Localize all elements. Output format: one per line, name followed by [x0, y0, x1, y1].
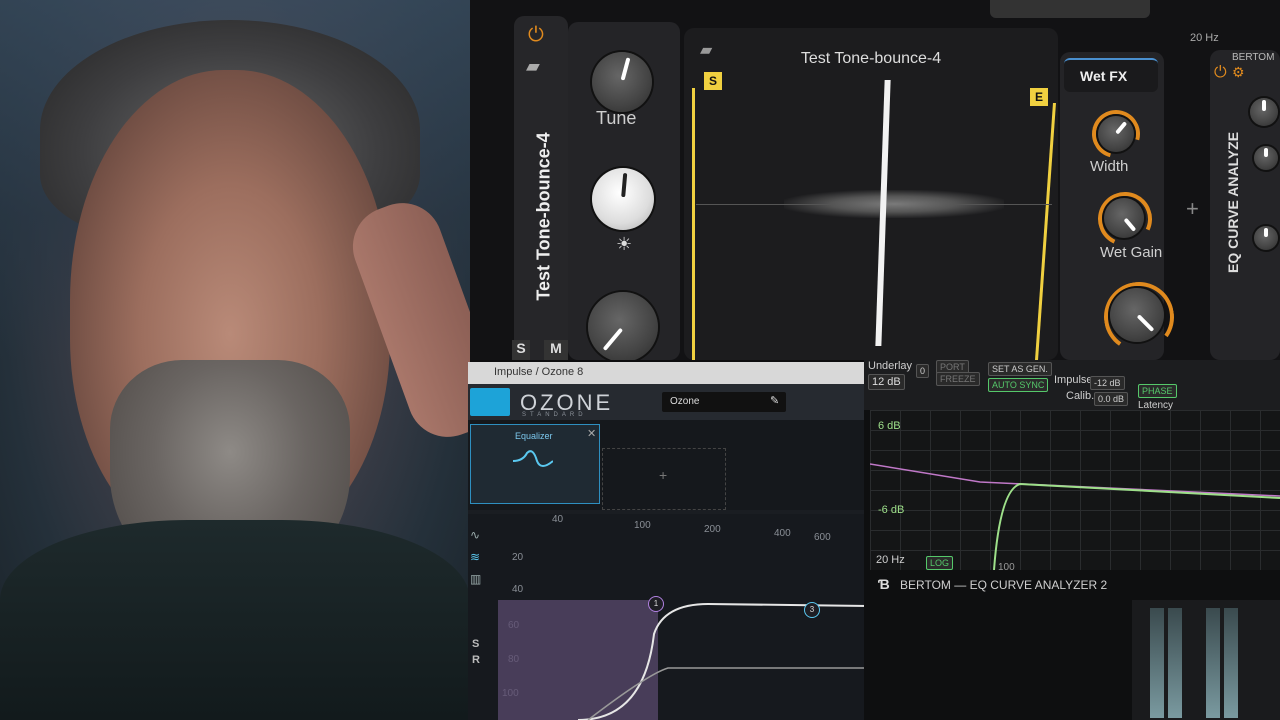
module-chain: Equalizer ✕ + — [468, 420, 868, 510]
ozone-logo-icon — [470, 388, 510, 416]
ozone-window: Impulse / Ozone 8 OZONE STANDARD Ozone ✎… — [468, 362, 868, 720]
add-device-button[interactable]: + — [1186, 196, 1199, 222]
preset-name: Ozone — [670, 396, 700, 407]
add-module-slot[interactable]: + — [602, 448, 726, 510]
filter-knob[interactable] — [588, 292, 658, 360]
power-icon[interactable]: ⏻ — [1214, 64, 1227, 82]
power-icon[interactable]: ⏻ — [528, 24, 544, 47]
equalizer-icon — [513, 450, 553, 467]
ozone-titlebar: Impulse / Ozone 8 — [468, 362, 868, 384]
side-knob-3[interactable] — [1254, 226, 1278, 250]
device-header-strip: ⏻ ▰ Test Tone-bounce-4 — [514, 16, 568, 360]
eq-analyzer-window: Underlay 0 PORT FREEZE SET AS GEN. AUTO … — [864, 360, 1280, 720]
edit-icon[interactable]: ✎ — [770, 394, 779, 407]
width-knob[interactable] — [1098, 116, 1134, 152]
side-knob-1[interactable] — [1250, 98, 1278, 126]
brightness-icon: ☀ — [616, 234, 633, 254]
auto-sync-button[interactable]: AUTO SYNC — [988, 378, 1049, 392]
end-flag[interactable]: E — [1030, 88, 1048, 106]
ozone-header: OZONE STANDARD Ozone ✎ — [468, 384, 868, 420]
meter-left — [1150, 608, 1164, 718]
wet-gain-knob[interactable] — [1104, 198, 1144, 238]
wet-fx-tab-label: Wet FX — [1080, 68, 1128, 84]
meter-out-right — [1224, 608, 1238, 718]
equalizer-module[interactable]: Equalizer ✕ — [470, 424, 600, 504]
freq-low-label: 20 Hz — [876, 554, 905, 566]
solo-button[interactable]: S — [512, 340, 530, 360]
analyzer-toolbar: Underlay 0 PORT FREEZE SET AS GEN. AUTO … — [864, 360, 1280, 411]
waveform — [784, 190, 1004, 218]
tune-label: Tune — [596, 108, 637, 128]
sampler-device-window: 20 Hz ⏻ ▰ Test Tone-bounce-4 Tune ☀ ▰ Te… — [470, 0, 1280, 360]
meter-panel — [1132, 600, 1280, 720]
calib-label: Calib. — [1066, 390, 1095, 402]
knob-column: Tune ☀ — [568, 22, 680, 360]
calib-value[interactable]: 0.0 dB — [1094, 392, 1129, 406]
meter-out-left — [1206, 608, 1220, 718]
top-freq-readout: 20 Hz — [1190, 30, 1280, 48]
ozone-window-title: Impulse / Ozone 8 — [494, 366, 584, 378]
eq-graph[interactable]: 40 100 200 400 600 ∿ ≋ ▥ S R 20 40 60 80… — [468, 514, 868, 720]
ozone-edition: STANDARD — [522, 412, 587, 418]
impulse-label: Impulse — [1054, 374, 1093, 386]
analyzer-footer-text: BERTOM — EQ CURVE ANALYZER 2 — [900, 578, 1108, 592]
waveform-panel[interactable]: ▰ Test Tone-bounce-4 S E — [684, 28, 1058, 360]
eq-node-1[interactable]: 1 — [648, 596, 664, 612]
bertom-logo-icon: Ɓ — [878, 576, 890, 592]
end-marker[interactable] — [1035, 103, 1056, 360]
log-button[interactable]: LOG — [926, 556, 954, 570]
range-value[interactable]: 12 dB — [868, 374, 905, 390]
equalizer-module-label: Equalizer — [515, 431, 553, 441]
start-marker[interactable] — [692, 88, 695, 360]
underlay-label: Underlay — [868, 360, 913, 372]
eq-node-3[interactable]: 3 — [804, 602, 820, 618]
phase-button[interactable]: PHASE — [1138, 384, 1177, 398]
meter-right — [1168, 608, 1182, 718]
underlay-value[interactable]: 0 — [916, 364, 930, 378]
folder-icon[interactable]: ▰ — [526, 56, 540, 77]
impulse-value[interactable]: -12 dB — [1090, 376, 1125, 390]
mute-button[interactable]: M — [544, 340, 568, 360]
side-device-panel: ⏻ ⚙ BERTOM EQ CURVE ANALYZE — [1210, 50, 1280, 360]
close-icon[interactable]: ✕ — [587, 427, 596, 440]
device-title-vertical: Test Tone-bounce-4 — [533, 132, 554, 301]
side-device-brand: BERTOM — [1232, 52, 1275, 63]
top-freq-text: 20 Hz — [1190, 32, 1219, 44]
set-as-gen-button[interactable]: SET AS GEN. — [988, 362, 1052, 376]
tab-wet-fx[interactable]: Wet FX — [1064, 58, 1158, 92]
transport-bar — [990, 0, 1150, 18]
presenter-photo — [0, 0, 470, 720]
freeze-button[interactable]: FREEZE — [936, 372, 980, 386]
analyzer-curves — [870, 463, 1280, 570]
wet-gain-label: Wet Gain — [1100, 244, 1163, 261]
wet-fx-panel: Wet FX Width Wet Gain — [1060, 52, 1180, 360]
analyzer-footer: Ɓ BERTOM — EQ CURVE ANALYZER 2 — [864, 572, 1164, 596]
width-label: Width — [1090, 158, 1129, 175]
sample-title: Test Tone-bounce-4 — [800, 50, 942, 67]
brightness-knob[interactable] — [592, 168, 654, 230]
add-module-button: + — [659, 467, 668, 483]
side-knob-2[interactable] — [1254, 146, 1278, 170]
mix-knob[interactable] — [1110, 288, 1164, 342]
start-flag[interactable]: S — [704, 72, 722, 90]
settings-icon[interactable]: ⚙ — [1232, 64, 1245, 81]
side-device-title: EQ CURVE ANALYZE — [1225, 131, 1241, 273]
analyzer-graph[interactable]: 6 dB -6 dB — [870, 410, 1280, 570]
presenter-shirt — [0, 520, 470, 720]
tune-knob[interactable] — [592, 52, 652, 112]
preset-selector[interactable]: Ozone ✎ — [662, 392, 786, 412]
